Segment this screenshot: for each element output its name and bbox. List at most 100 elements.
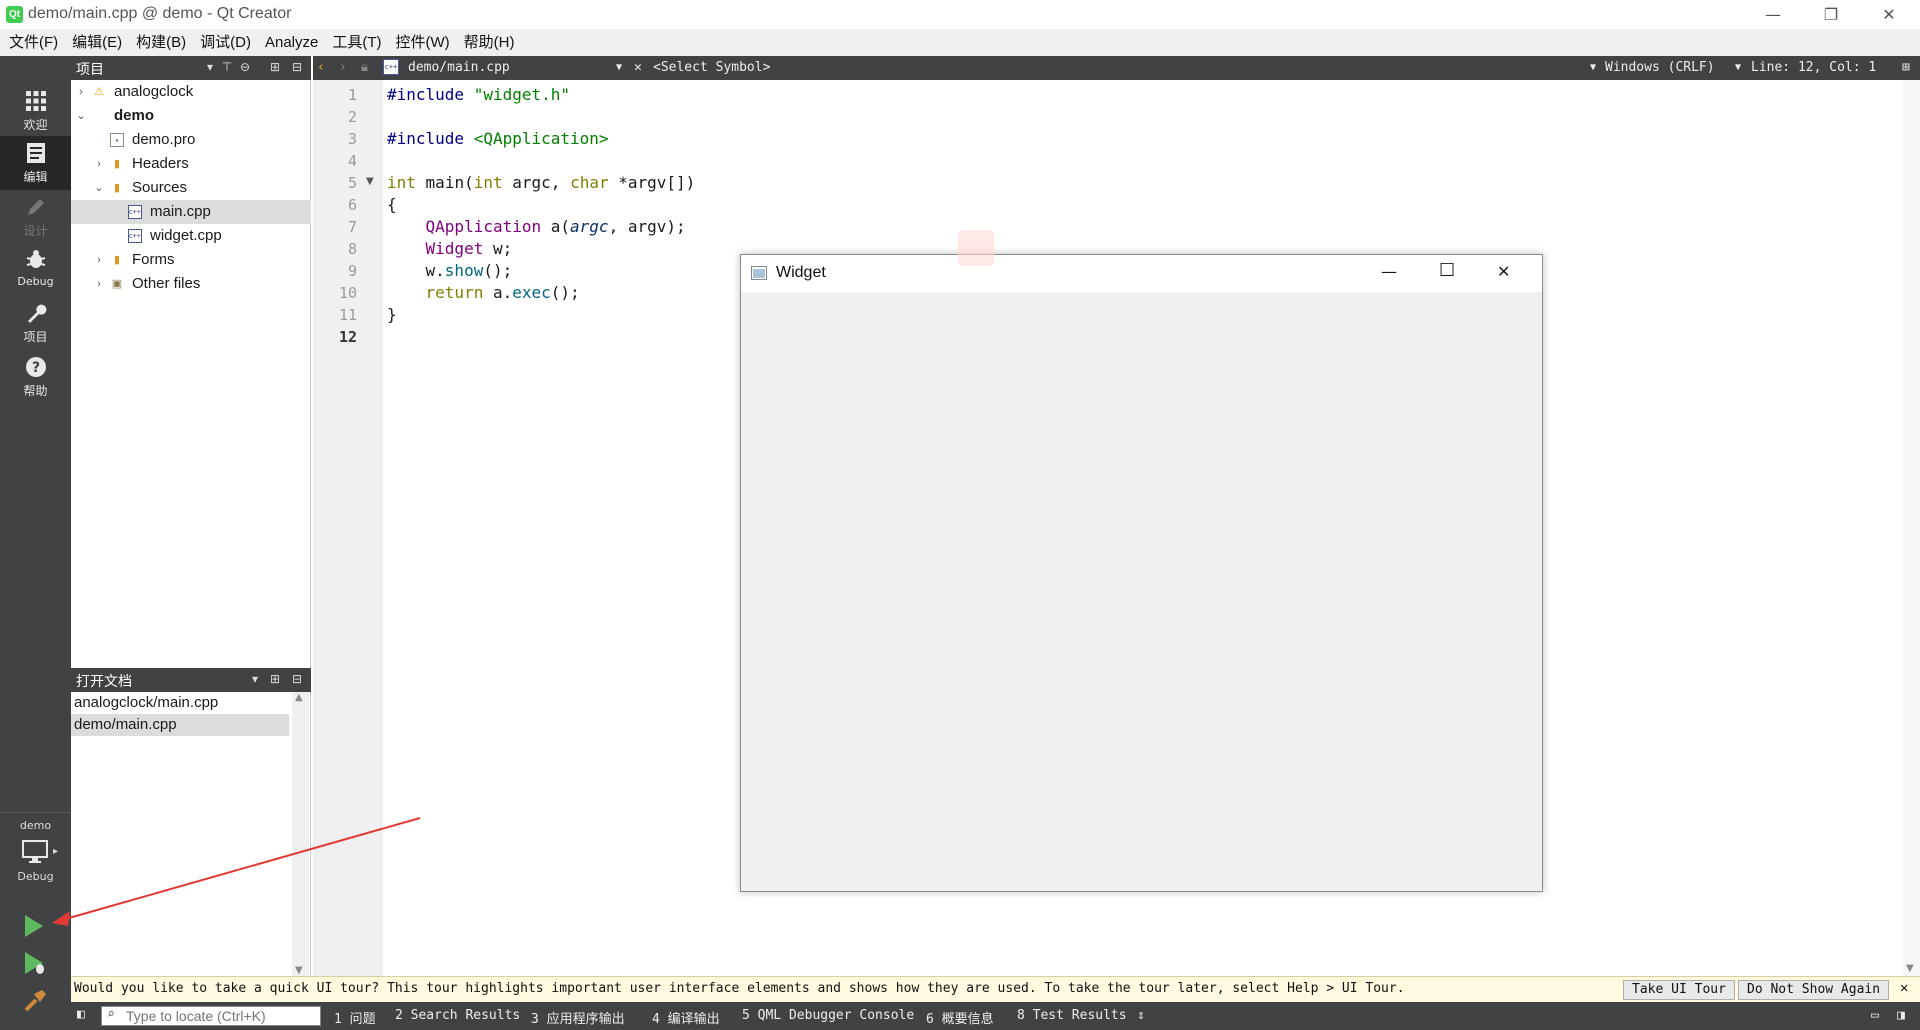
locator[interactable]: ⌕ bbox=[101, 1006, 321, 1026]
tree-item-demo[interactable]: ⌄ demo bbox=[71, 104, 311, 128]
current-file-label[interactable]: demo/main.cpp bbox=[408, 60, 510, 75]
line-number-gutter: 1 2 3 4 5 6 7 8 9 10 11 12 ▼ bbox=[313, 80, 383, 976]
tree-item-forms[interactable]: › ▮ Forms bbox=[71, 248, 311, 272]
debug-run-button[interactable] bbox=[22, 950, 48, 980]
code-token: Widget bbox=[425, 239, 484, 258]
open-document-item[interactable]: analogclock/main.cpp bbox=[71, 692, 289, 714]
lock-icon: 🔒︎ bbox=[361, 60, 368, 75]
code-line: #include "widget.h" bbox=[387, 84, 570, 106]
scroll-down-icon[interactable]: ▼ bbox=[1906, 963, 1914, 974]
menu-build[interactable]: 构建(B) bbox=[129, 29, 193, 56]
tree-item-sources[interactable]: ⌄ ▮ Sources bbox=[71, 176, 311, 200]
line-endings-selector[interactable]: Windows (CRLF) bbox=[1605, 60, 1715, 75]
run-icon bbox=[22, 915, 46, 943]
menu-widgets[interactable]: 控件(W) bbox=[389, 29, 457, 56]
code-token: a( bbox=[550, 217, 571, 236]
pane-search-results[interactable]: 2 Search Results bbox=[395, 1008, 520, 1023]
menu-tools[interactable]: 工具(T) bbox=[325, 29, 388, 56]
run-button[interactable] bbox=[22, 913, 46, 943]
kit-selector[interactable]: ▸ Debug bbox=[0, 836, 71, 896]
mode-projects[interactable]: 项目 bbox=[0, 296, 71, 350]
restore-button[interactable]: ❐ bbox=[1802, 0, 1860, 29]
filter-icon[interactable]: ⊤ bbox=[219, 59, 235, 75]
chevron-right-icon[interactable]: › bbox=[92, 248, 106, 272]
code-token: int bbox=[473, 173, 503, 192]
close-infobar-icon[interactable]: ✕ bbox=[1900, 980, 1908, 996]
widget-minimize-button[interactable]: — bbox=[1381, 262, 1397, 281]
tree-item-other-files[interactable]: › ▣ Other files bbox=[71, 272, 311, 296]
qt-logo-icon: Qt bbox=[6, 6, 23, 23]
tree-item-widget-cpp[interactable]: c++ widget.cpp bbox=[71, 224, 311, 248]
view-select-icon[interactable]: ▾ bbox=[247, 671, 263, 687]
close-pane-icon[interactable]: ⊟ bbox=[289, 59, 305, 75]
link-icon[interactable]: ⊖ bbox=[237, 59, 253, 75]
pane-qml-debugger-console[interactable]: 5 QML Debugger Console bbox=[742, 1008, 914, 1023]
mode-debug[interactable]: Debug bbox=[0, 242, 71, 296]
close-pane-icon[interactable]: ⊟ bbox=[289, 671, 305, 687]
view-select-icon[interactable]: ▾ bbox=[202, 59, 218, 75]
forward-icon[interactable]: › bbox=[339, 60, 347, 75]
chevron-right-icon[interactable]: › bbox=[74, 80, 88, 104]
chevron-down-icon[interactable]: ⌄ bbox=[74, 104, 88, 128]
take-ui-tour-button[interactable]: Take UI Tour bbox=[1623, 980, 1735, 1000]
chevron-right-icon[interactable]: › bbox=[92, 272, 106, 296]
cursor-position[interactable]: Line: 12, Col: 1 bbox=[1751, 60, 1876, 75]
tree-item-main-cpp[interactable]: c++ main.cpp bbox=[71, 200, 311, 224]
pane-compile-output[interactable]: 4 编译输出 bbox=[652, 1008, 720, 1027]
pane-application-output[interactable]: 3 应用程序输出 bbox=[531, 1008, 625, 1027]
tree-item-demo-pro[interactable]: ▪ demo.pro bbox=[71, 128, 311, 152]
open-document-item[interactable]: demo/main.cpp bbox=[71, 714, 289, 736]
split-editor-icon[interactable]: ⊞ bbox=[1902, 60, 1910, 75]
do-not-show-again-button[interactable]: Do Not Show Again bbox=[1738, 980, 1890, 1000]
search-icon: ⌕ bbox=[107, 1007, 115, 1022]
scroll-up-icon[interactable]: ▲ bbox=[295, 692, 303, 703]
tree-item-label: demo bbox=[114, 107, 155, 124]
toggle-right-sidebar-icon[interactable]: ◨ bbox=[1897, 1008, 1905, 1023]
line-endings-dropdown-icon[interactable]: ▼ bbox=[1735, 62, 1741, 73]
scroll-down-icon[interactable]: ▼ bbox=[295, 965, 303, 976]
code-token: <QApplication> bbox=[473, 129, 609, 148]
mode-design[interactable]: 设计 bbox=[0, 190, 71, 244]
chevron-down-icon[interactable]: ⌄ bbox=[92, 176, 106, 200]
mode-edit[interactable]: 编辑 bbox=[0, 136, 71, 190]
menu-file[interactable]: 文件(F) bbox=[0, 29, 65, 56]
split-icon[interactable]: ⊞ bbox=[267, 59, 283, 75]
widget-window[interactable]: Widget — ☐ ✕ bbox=[740, 254, 1543, 892]
mode-help[interactable]: ? 帮助 bbox=[0, 350, 71, 404]
symbol-dropdown-icon[interactable]: ▼ bbox=[1590, 62, 1596, 73]
toggle-sidebar-icon[interactable]: ◧ bbox=[77, 1007, 85, 1022]
mode-welcome[interactable]: 欢迎 bbox=[0, 84, 71, 138]
code-line: { bbox=[387, 195, 397, 214]
menu-help[interactable]: 帮助(H) bbox=[457, 29, 522, 56]
mode-label: 设计 bbox=[23, 224, 48, 238]
widget-maximize-button[interactable]: ☐ bbox=[1439, 260, 1455, 281]
menu-analyze[interactable]: Analyze bbox=[258, 29, 325, 56]
close-file-icon[interactable]: ✕ bbox=[634, 60, 642, 75]
menu-debug[interactable]: 调试(D) bbox=[193, 29, 258, 56]
fold-marker-icon[interactable]: ▼ bbox=[366, 176, 374, 187]
open-documents-scrollbar[interactable]: ▲ ▼ bbox=[292, 692, 309, 976]
widget-title-bar[interactable]: Widget — ☐ ✕ bbox=[741, 255, 1542, 292]
build-button[interactable] bbox=[22, 988, 48, 1018]
ui-tour-infobar: Would you like to take a quick UI tour? … bbox=[71, 976, 1920, 1002]
locator-input[interactable] bbox=[126, 1008, 316, 1024]
chevron-right-icon[interactable]: › bbox=[92, 152, 106, 176]
menu-edit[interactable]: 编辑(E) bbox=[65, 29, 129, 56]
pane-issues[interactable]: 1 问题 bbox=[334, 1008, 376, 1027]
pane-menu-icon[interactable]: ⇕ bbox=[1137, 1008, 1145, 1023]
pane-test-results[interactable]: 8 Test Results bbox=[1017, 1008, 1127, 1023]
tree-item-analogclock[interactable]: › ⚠ analogclock bbox=[71, 80, 311, 104]
minimize-button[interactable]: — bbox=[1744, 0, 1802, 29]
widget-close-button[interactable]: ✕ bbox=[1497, 262, 1510, 281]
pane-general-messages[interactable]: 6 概要信息 bbox=[926, 1008, 994, 1027]
tree-item-headers[interactable]: › ▮ Headers bbox=[71, 152, 311, 176]
close-button[interactable]: ✕ bbox=[1860, 0, 1918, 29]
hammer-icon bbox=[22, 990, 48, 1018]
symbol-selector[interactable]: <Select Symbol> bbox=[653, 60, 770, 75]
toggle-output-icon[interactable]: ▭ bbox=[1871, 1008, 1879, 1023]
back-icon[interactable]: ‹ bbox=[317, 60, 325, 75]
file-dropdown-icon[interactable]: ▼ bbox=[616, 62, 622, 73]
editor-scrollbar[interactable]: ▼ bbox=[1903, 80, 1920, 976]
monitor-icon bbox=[22, 840, 48, 868]
split-icon[interactable]: ⊞ bbox=[267, 671, 283, 687]
